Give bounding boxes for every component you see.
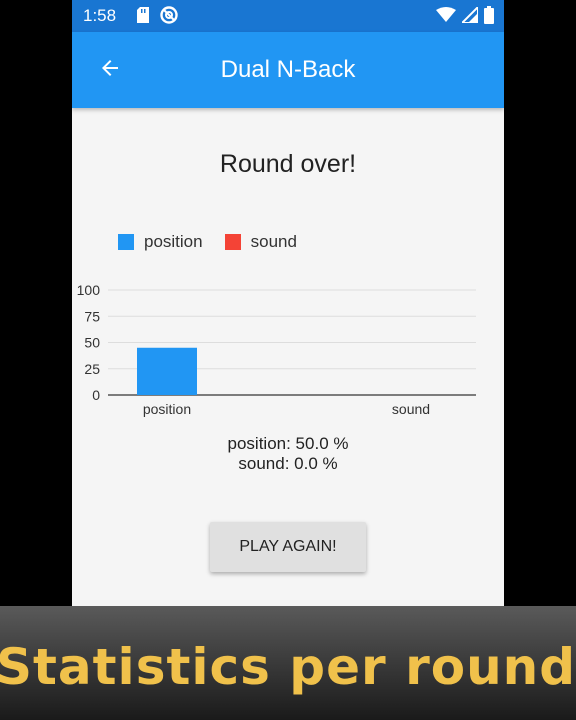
play-again-button[interactable]: PLAY AGAIN!	[210, 522, 366, 572]
legend-item-position: position	[118, 232, 203, 252]
legend-item-sound: sound	[224, 232, 297, 252]
legend-label-sound: sound	[250, 232, 297, 251]
bar-chart: 100 75 50 25 0 position sound	[77, 282, 476, 417]
sound-stat: sound: 0.0 %	[238, 454, 338, 473]
battery-icon	[484, 6, 494, 29]
round-over-heading: Round over!	[219, 150, 357, 178]
y-tick-label: 50	[84, 335, 100, 351]
chart-legend: position sound	[118, 232, 297, 252]
legend-label-position: position	[144, 232, 203, 251]
app-bar: Dual N-Back	[72, 32, 504, 108]
position-stat: position: 50.0 %	[227, 434, 349, 453]
main-content: Round over! position sound 100 75 50 25 0 pos…	[72, 108, 504, 606]
y-tick-label: 100	[77, 282, 101, 298]
bar-position-position	[137, 347, 197, 395]
caption-container: Statistics per round	[0, 606, 576, 720]
x-tick-label: sound	[392, 401, 430, 417]
legend-swatch-sound	[224, 234, 241, 250]
wifi-icon	[436, 7, 456, 28]
y-tick-label: 25	[84, 361, 100, 377]
caption-text: Statistics per round	[0, 638, 576, 696]
sd-card-icon	[136, 6, 150, 29]
round-statistics: position: 50.0 % sound: 0.0 %	[72, 434, 504, 474]
y-tick-label: 0	[92, 387, 100, 403]
y-tick-label: 75	[84, 308, 100, 324]
signal-icon	[459, 4, 479, 28]
status-bar: 1:58	[72, 0, 504, 32]
legend-swatch-position	[118, 234, 134, 250]
x-tick-label: position	[143, 401, 191, 417]
status-time: 1:58	[83, 6, 117, 25]
do-not-disturb-icon	[160, 6, 178, 29]
app-title: Dual N-Back	[220, 56, 356, 83]
